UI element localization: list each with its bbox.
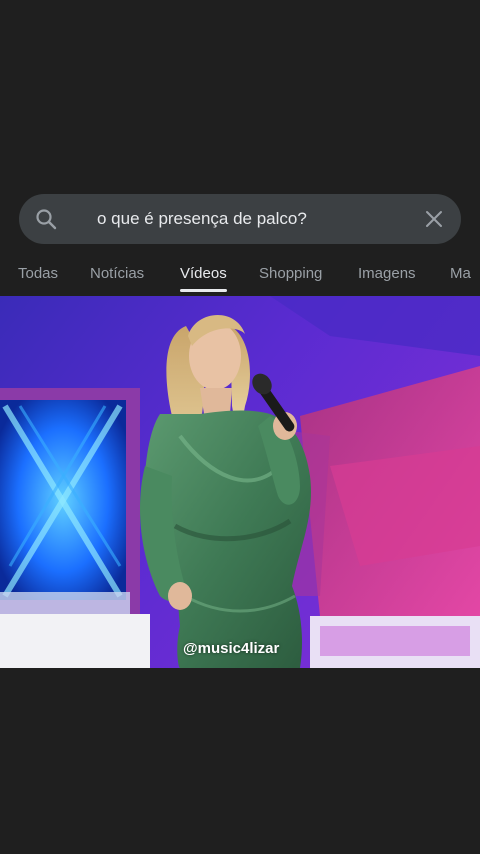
video-player[interactable] — [0, 296, 480, 668]
tab-more[interactable]: Ma — [450, 258, 471, 292]
screen: o que é presença de palco? Todas Notícia… — [0, 0, 480, 854]
tab-imagens[interactable]: Imagens — [358, 258, 416, 292]
tab-todas[interactable]: Todas — [18, 258, 58, 292]
video-frame — [0, 296, 480, 668]
search-icon[interactable] — [34, 207, 58, 231]
close-icon[interactable] — [423, 208, 445, 230]
tab-noticias[interactable]: Notícias — [90, 258, 144, 292]
video-watermark: @music4lizar — [183, 640, 280, 657]
tab-videos[interactable]: Vídeos — [180, 258, 227, 292]
search-bar[interactable]: o que é presença de palco? — [19, 194, 461, 244]
search-tabs: Todas Notícias Vídeos Shopping Imagens M… — [0, 258, 480, 296]
tab-shopping[interactable]: Shopping — [259, 258, 322, 292]
search-input[interactable]: o que é presença de palco? — [97, 194, 307, 244]
